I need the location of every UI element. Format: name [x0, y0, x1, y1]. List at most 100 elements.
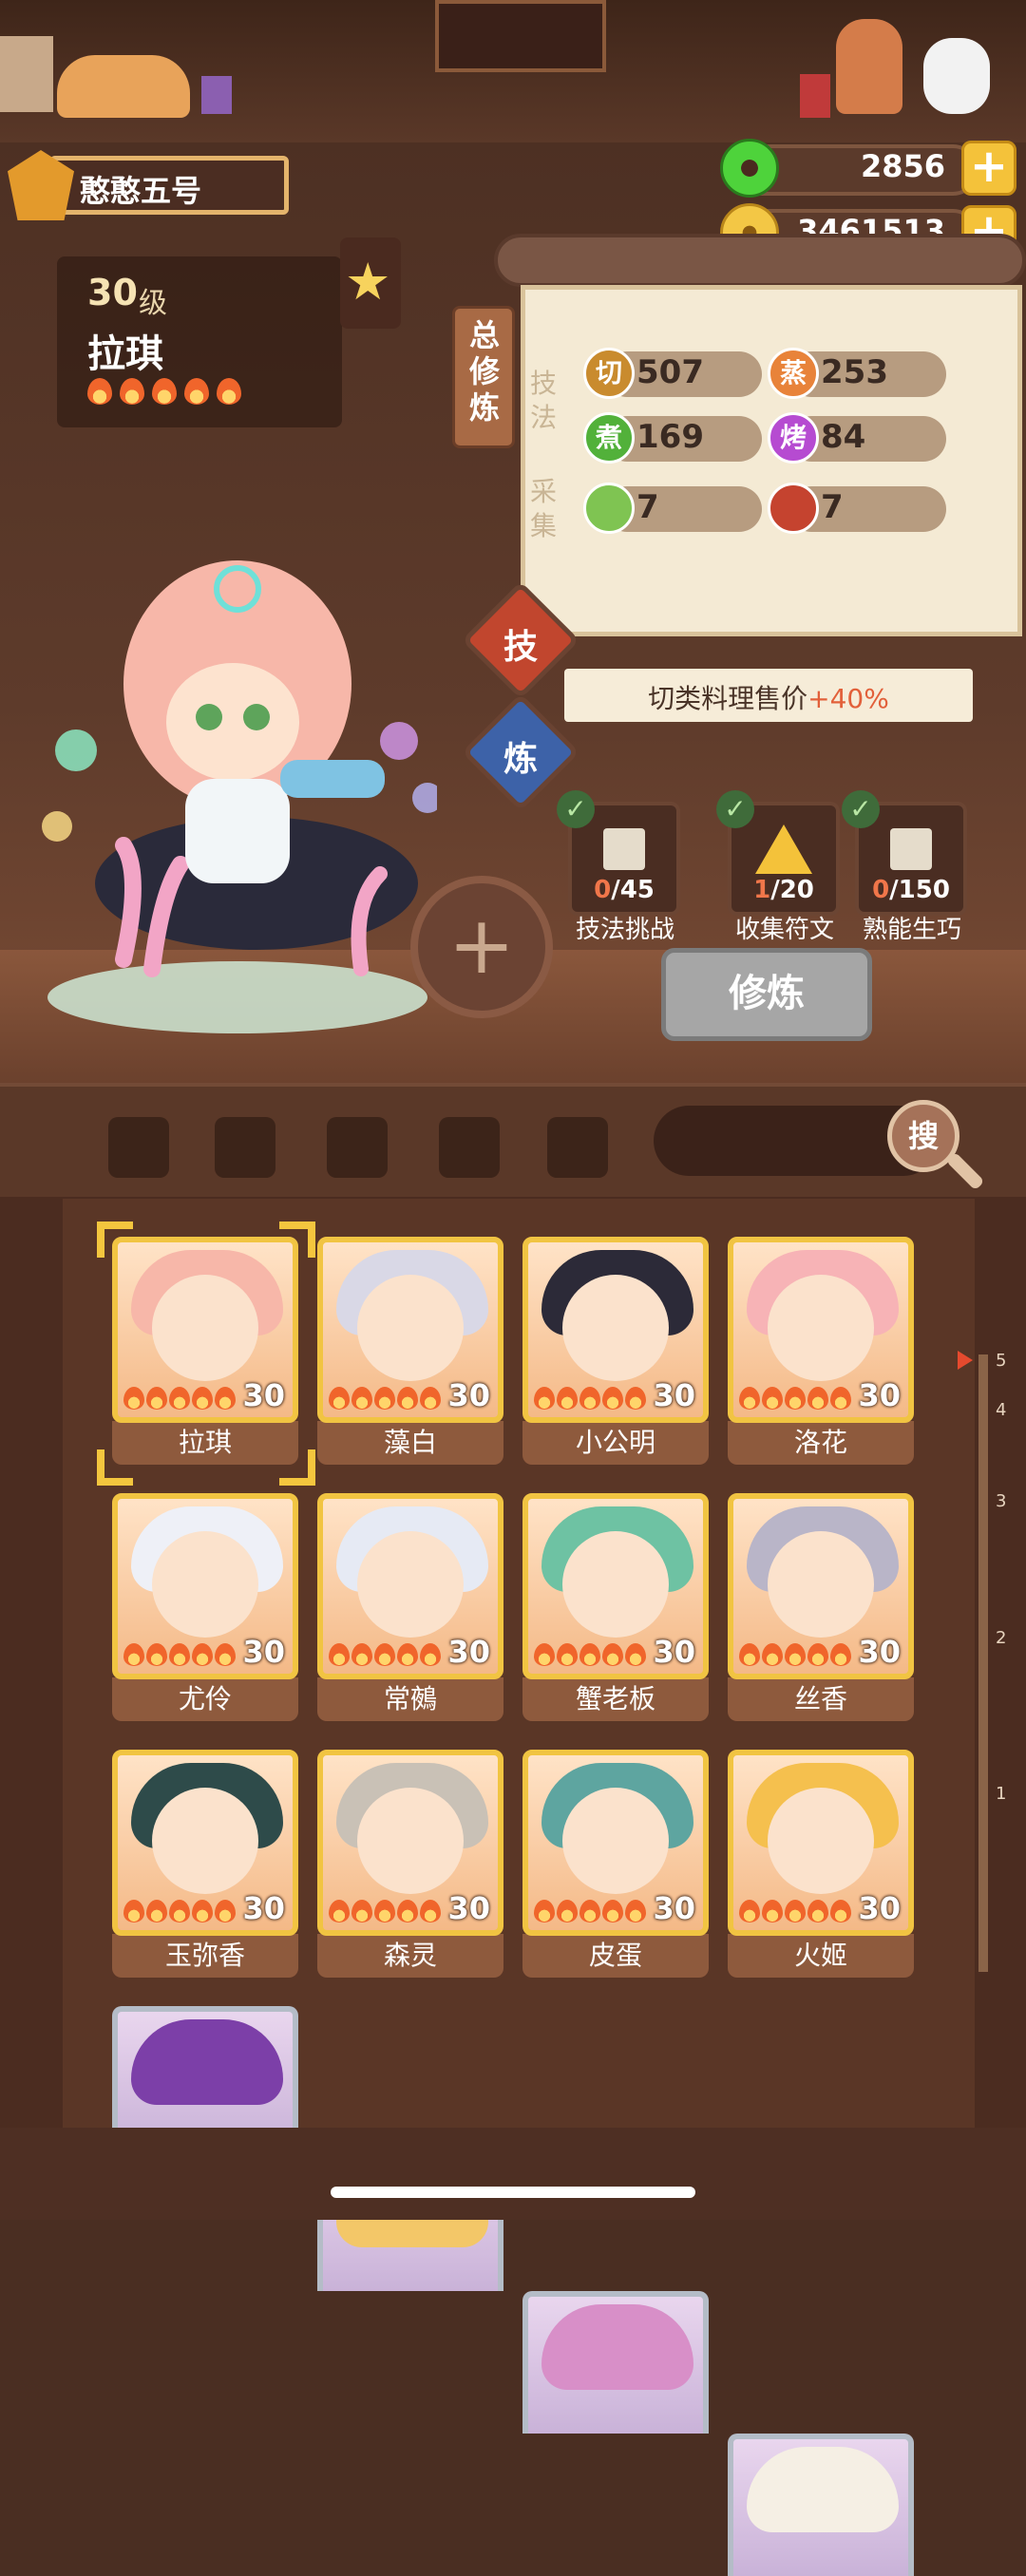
card-level: 30 [653, 1377, 695, 1413]
add-jade-button[interactable]: + [961, 141, 1016, 196]
jade-amount: 2856 [860, 148, 945, 184]
flame-icon [602, 1387, 623, 1410]
flame-icon [329, 1900, 350, 1923]
card-flame-rating [329, 1900, 441, 1923]
check-icon: ✓ [716, 790, 754, 828]
portrait-face [768, 1275, 874, 1381]
search-button[interactable]: 搜 [887, 1100, 960, 1172]
skill-button-label: 技 [503, 628, 538, 667]
character-card[interactable]: 30 拉琪 [112, 1237, 298, 1465]
rarity-scale-bar[interactable] [978, 1354, 988, 1972]
flame-icon [830, 1387, 851, 1410]
jar-decoration [800, 74, 830, 118]
flame-icon [557, 1643, 578, 1666]
box-icon [603, 828, 645, 870]
check-icon: ✓ [842, 790, 880, 828]
add-slot-button[interactable]: + [410, 876, 553, 1018]
card-level: 30 [447, 1377, 490, 1413]
player-banner[interactable]: 憨憨五号 [8, 150, 293, 220]
meat-gather-value: 7 [821, 488, 844, 526]
scale-label: 2 [996, 1628, 1007, 1648]
flame-icon [374, 1643, 395, 1666]
flame-icon [808, 1387, 828, 1410]
card-level: 30 [242, 1377, 285, 1413]
character-portrait: 30 [728, 1493, 914, 1679]
flame-icon [215, 1387, 236, 1410]
task-progress-total: /20 [770, 876, 814, 904]
jar-filter-icon[interactable] [327, 1117, 388, 1178]
flame-icon [146, 1387, 167, 1410]
portrait-face [768, 1531, 874, 1638]
portrait-face [152, 1275, 258, 1381]
flame-icon [169, 1643, 190, 1666]
card-name: 玉弥香 [112, 1934, 298, 1978]
card-flame-rating [124, 1900, 236, 1923]
flame-icon [352, 1900, 372, 1923]
card-flame-rating [739, 1387, 851, 1410]
flame-icon [808, 1643, 828, 1666]
portrait-face [562, 1275, 669, 1381]
character-card-locked[interactable] [522, 2291, 709, 2434]
card-name: 森灵 [317, 1934, 504, 1978]
flame-icon [397, 1900, 418, 1923]
flame-icon [146, 1643, 167, 1666]
flame-icon [762, 1900, 783, 1923]
flame-icon [124, 1387, 144, 1410]
flame-icon [169, 1900, 190, 1923]
shovel-filter-icon[interactable] [215, 1117, 276, 1178]
flame-icon [152, 378, 177, 405]
character-card[interactable]: 30 森灵 [317, 1750, 504, 1978]
location-filter-icon[interactable] [439, 1117, 500, 1178]
card-flame-rating [329, 1643, 441, 1666]
scale-label: 5 [996, 1351, 1007, 1371]
character-card[interactable]: 30 洛花 [728, 1237, 914, 1465]
character-card[interactable]: 30 尤伶 [112, 1493, 298, 1721]
flame-icon [217, 378, 241, 405]
cultivate-button[interactable]: 修炼 [661, 948, 872, 1041]
cut-skill-value: 507 [636, 353, 704, 391]
bonus-text: 切类料理售价+40% [564, 678, 973, 716]
boil-skill-icon: 煮 [583, 412, 635, 464]
flame-icon [625, 1387, 646, 1410]
character-card[interactable]: 30 玉弥香 [112, 1750, 298, 1978]
flame-icon [534, 1643, 555, 1666]
character-card-locked[interactable] [728, 2434, 914, 2576]
character-card[interactable]: 30 丝香 [728, 1493, 914, 1721]
character-card[interactable]: 30 蟹老板 [522, 1493, 709, 1721]
card-name: 丝香 [728, 1677, 914, 1721]
character-card[interactable]: 30 火姬 [728, 1750, 914, 1978]
card-name: 蟹老板 [522, 1677, 709, 1721]
task-progress-count: 0 [594, 876, 612, 904]
map-filter-icon[interactable] [547, 1117, 608, 1178]
task-progress-total: /150 [889, 876, 950, 904]
character-level-unit: 级 [139, 287, 167, 320]
npc-figure-decoration [836, 19, 902, 114]
character-card[interactable]: 30 藻白 [317, 1237, 504, 1465]
cultivation-stats-panel [521, 285, 1022, 636]
refine-button-label: 炼 [503, 740, 538, 779]
card-name: 尤伶 [112, 1677, 298, 1721]
character-card[interactable]: 30 小公明 [522, 1237, 709, 1465]
task-progress: 0/150 [849, 876, 973, 904]
card-flame-rating [534, 1900, 646, 1923]
flame-icon [374, 1387, 395, 1410]
flame-icon [739, 1643, 760, 1666]
wall-scroll-decoration [0, 36, 53, 112]
gather-group-label: 采集 [530, 476, 558, 541]
scroll-rod [494, 234, 1026, 287]
portrait-face [562, 1531, 669, 1638]
card-level: 30 [447, 1890, 490, 1926]
flame-icon [785, 1643, 806, 1666]
task-progress-count: 0 [872, 876, 890, 904]
card-level: 30 [653, 1890, 695, 1926]
character-illustration [42, 560, 437, 1033]
character-card[interactable]: 30 皮蛋 [522, 1750, 709, 1978]
character-card[interactable]: 30 常鵺 [317, 1493, 504, 1721]
flame-icon [580, 1387, 600, 1410]
player-name: 憨憨五号 [80, 173, 202, 209]
character-portrait: 30 [317, 1237, 504, 1423]
character-portrait: 30 [522, 1493, 709, 1679]
flame-icon [625, 1900, 646, 1923]
flame-icon [785, 1900, 806, 1923]
knife-filter-icon[interactable] [108, 1117, 169, 1178]
